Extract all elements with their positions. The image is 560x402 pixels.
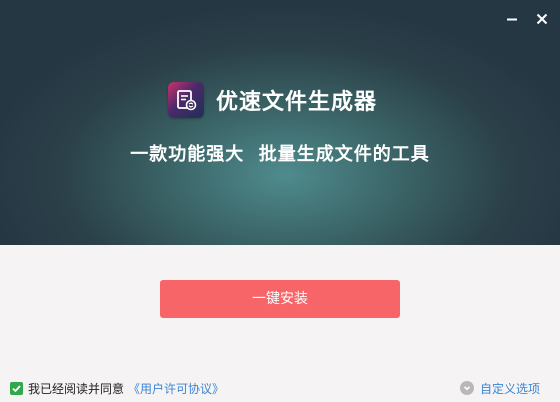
brand: 优速文件生成器 (168, 82, 377, 118)
chevron-down-icon (459, 381, 474, 395)
one-click-install-button[interactable]: 一键安装 (160, 280, 400, 318)
tagline: 一款功能强大 批量生成文件的工具 (130, 144, 430, 165)
custom-options-label: 自定义选项 (479, 381, 540, 396)
agree-checkbox[interactable] (10, 381, 23, 395)
minimize-button[interactable] (503, 10, 521, 28)
close-button[interactable] (533, 10, 551, 28)
app-title: 优速文件生成器 (216, 90, 378, 115)
document-refresh-icon (177, 90, 197, 111)
license-agreement-link[interactable]: 《用户许可协议》 (128, 380, 224, 397)
header-banner: 优速文件生成器 一款功能强大 批量生成文件的工具 (0, 0, 560, 245)
app-logo (168, 82, 204, 118)
license-agreement-row: 我已经阅读并同意 《用户许可协议》 (10, 380, 224, 396)
check-icon (12, 384, 21, 392)
agree-label: 我已经阅读并同意 (28, 381, 125, 396)
minimize-icon (507, 18, 517, 21)
custom-options-button[interactable]: 自定义选项 (459, 380, 540, 396)
close-icon (536, 13, 548, 25)
